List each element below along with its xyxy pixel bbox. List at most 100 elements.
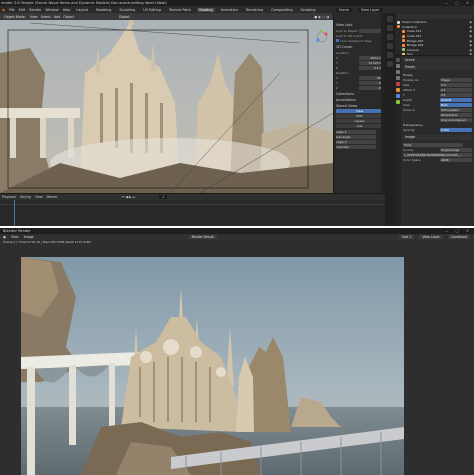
scene-selector[interactable]: Scene xyxy=(335,7,352,12)
display-as-select[interactable]: Image xyxy=(440,77,472,82)
cursor-location-z[interactable]: 0.3 m xyxy=(359,65,383,70)
tab-compositing[interactable]: Compositing xyxy=(269,8,294,12)
transparency-checkbox[interactable]: Transparency xyxy=(403,123,423,127)
menu-help[interactable]: Help xyxy=(63,8,71,12)
object-tab-icon[interactable] xyxy=(396,88,400,92)
output-tab-icon[interactable] xyxy=(396,70,400,74)
image-datablock-selector[interactable]: Render Result xyxy=(188,235,217,239)
visibility-eye-icon[interactable]: ◉ xyxy=(469,43,472,47)
stored-list-button[interactable]: List xyxy=(336,124,383,128)
tab-shading[interactable]: Shading xyxy=(196,7,215,12)
offset-y-field[interactable]: 0.5 xyxy=(440,92,472,97)
image-filepath-field[interactable]: //_WWW BLEND-BLENDERING-CLOUDS_... xyxy=(403,152,472,157)
mode-selector[interactable]: Object Mode xyxy=(2,14,27,19)
visibility-eye-icon[interactable]: ◉ xyxy=(469,34,472,38)
cursor-location-x[interactable]: 200.2 m xyxy=(359,55,383,60)
timeline-menu-marker[interactable]: Marker xyxy=(47,195,58,199)
tab-uv-editing[interactable]: UV Editing xyxy=(141,8,163,12)
viewport-menu-add[interactable]: Add xyxy=(54,15,60,19)
world-icon[interactable] xyxy=(387,52,393,58)
tab-texture-paint[interactable]: Texture Paint xyxy=(167,8,193,12)
stored-view-item-3[interactable]: angle 3 xyxy=(336,139,376,144)
image-datablock[interactable]: Temp xyxy=(403,142,463,147)
lock-camera-checkbox[interactable] xyxy=(336,38,339,42)
collections-heading[interactable]: Collections xyxy=(336,92,383,96)
only-axis-aligned-checkbox[interactable]: Only Axis Aligned xyxy=(440,117,472,122)
annotations-heading[interactable]: Annotations xyxy=(336,98,383,102)
opacity-slider[interactable]: 0.500 xyxy=(440,127,472,132)
menu-window[interactable]: Window xyxy=(45,8,58,12)
side-toggle[interactable]: Both xyxy=(440,102,472,107)
stored-view-item-4[interactable]: overview xyxy=(336,144,376,149)
cursor-rotation-y[interactable]: 0° xyxy=(359,80,383,85)
visibility-eye-icon[interactable]: ◉ xyxy=(469,48,472,52)
properties-header[interactable]: Scene xyxy=(403,58,472,63)
stored-views-heading[interactable]: Stored Views xyxy=(336,104,383,108)
tab-scripting[interactable]: Scripting xyxy=(299,8,318,12)
depth-toggle[interactable]: Default xyxy=(440,97,472,102)
timeline-playhead[interactable] xyxy=(14,200,15,226)
viewport-menu-object[interactable]: Object xyxy=(63,15,74,19)
timeline-menu-playback[interactable]: Playback xyxy=(2,195,16,199)
empty-section-heading[interactable]: Empty xyxy=(403,73,413,77)
tool-tab-icon[interactable] xyxy=(396,58,400,62)
rendered-image[interactable] xyxy=(21,257,404,475)
image-section-heading[interactable]: Image xyxy=(403,135,472,140)
render-menu-image[interactable]: Image xyxy=(24,235,34,239)
menu-file[interactable]: File xyxy=(9,8,15,12)
object-icon[interactable] xyxy=(387,61,393,67)
render-viewlayer-selector[interactable]: View Layer xyxy=(419,235,443,239)
cursor-location-y[interactable]: 31.325 m xyxy=(359,60,383,65)
scene-tab-icon[interactable] xyxy=(396,76,400,80)
viewlayer-selector[interactable]: View Layer xyxy=(357,7,383,12)
lock-camera-row[interactable]: Lock Camera to View xyxy=(336,38,383,43)
menu-render[interactable]: Render xyxy=(29,8,41,12)
perspective-checkbox[interactable]: Perspective xyxy=(440,112,472,117)
blender-logo-icon[interactable]: ◉ xyxy=(2,8,5,12)
timeline-ruler[interactable] xyxy=(0,200,385,205)
size-field[interactable]: 5 m xyxy=(440,82,472,87)
render-tab-icon[interactable] xyxy=(396,64,400,68)
stored-view-button[interactable]: View xyxy=(336,109,383,113)
render-menu-view[interactable]: View xyxy=(11,235,19,239)
viewport-menu-view[interactable]: View xyxy=(30,15,38,19)
timeline[interactable]: Playback Keying View Marker ⏮ ◀ ▶ ⏭ 1 xyxy=(0,193,385,226)
stored-layers-button[interactable]: Layers xyxy=(336,119,383,123)
timeline-menu-view[interactable]: View xyxy=(35,195,43,199)
constraints-tab-icon[interactable] xyxy=(396,94,400,98)
render-pass-selector[interactable]: Combined xyxy=(447,235,470,239)
tab-layout[interactable]: Layout xyxy=(74,8,90,12)
menu-edit[interactable]: Edit xyxy=(19,8,26,12)
tab-animation[interactable]: Animation xyxy=(219,8,240,12)
stored-pov-button[interactable]: POV xyxy=(336,114,383,118)
stored-view-item-2[interactable]: side angle xyxy=(336,134,376,139)
current-frame-field[interactable]: 1 xyxy=(159,195,168,199)
offset-x-field[interactable]: 0.5 xyxy=(440,87,472,92)
visibility-eye-icon[interactable]: ◉ xyxy=(469,29,472,33)
visibility-eye-icon[interactable]: ◉ xyxy=(469,20,472,24)
render-slot-selector[interactable]: Slot 1 xyxy=(399,235,415,239)
stored-view-item-1[interactable]: angle 1 xyxy=(336,129,376,134)
render-icon[interactable] xyxy=(387,25,393,31)
lock-to-object-field[interactable] xyxy=(359,28,383,33)
tab-modeling[interactable]: Modeling xyxy=(94,8,113,12)
scene-icon[interactable] xyxy=(387,43,393,49)
cursor-rotation-x[interactable]: 90° xyxy=(359,75,383,80)
orthographic-checkbox[interactable]: Orthographic xyxy=(440,107,472,112)
timeline-menu-keying[interactable]: Keying xyxy=(20,195,31,199)
tab-rendering[interactable]: Rendering xyxy=(244,8,265,12)
3d-viewport[interactable]: Object Mode View Select Add Object Globa… xyxy=(0,13,333,193)
source-select[interactable]: Single Image xyxy=(440,147,472,152)
color-space-select[interactable]: sRGB xyxy=(440,157,472,162)
world-tab-icon[interactable] xyxy=(396,82,400,86)
editor-type-icon[interactable]: ▣ xyxy=(3,235,6,239)
play-controls-icon[interactable]: ⏮ ◀ ▶ ⏭ xyxy=(122,195,136,199)
cursor-rotation-z[interactable]: -0° xyxy=(359,85,383,90)
data-tab-icon[interactable] xyxy=(396,100,400,104)
tool-icon[interactable] xyxy=(387,16,393,22)
viewport-menu-select[interactable]: Select xyxy=(41,15,51,19)
visibility-eye-icon[interactable]: ◉ xyxy=(469,25,472,29)
visibility-eye-icon[interactable]: ◉ xyxy=(469,39,472,43)
orientation-selector[interactable]: Global xyxy=(116,14,132,19)
output-icon[interactable] xyxy=(387,34,393,40)
